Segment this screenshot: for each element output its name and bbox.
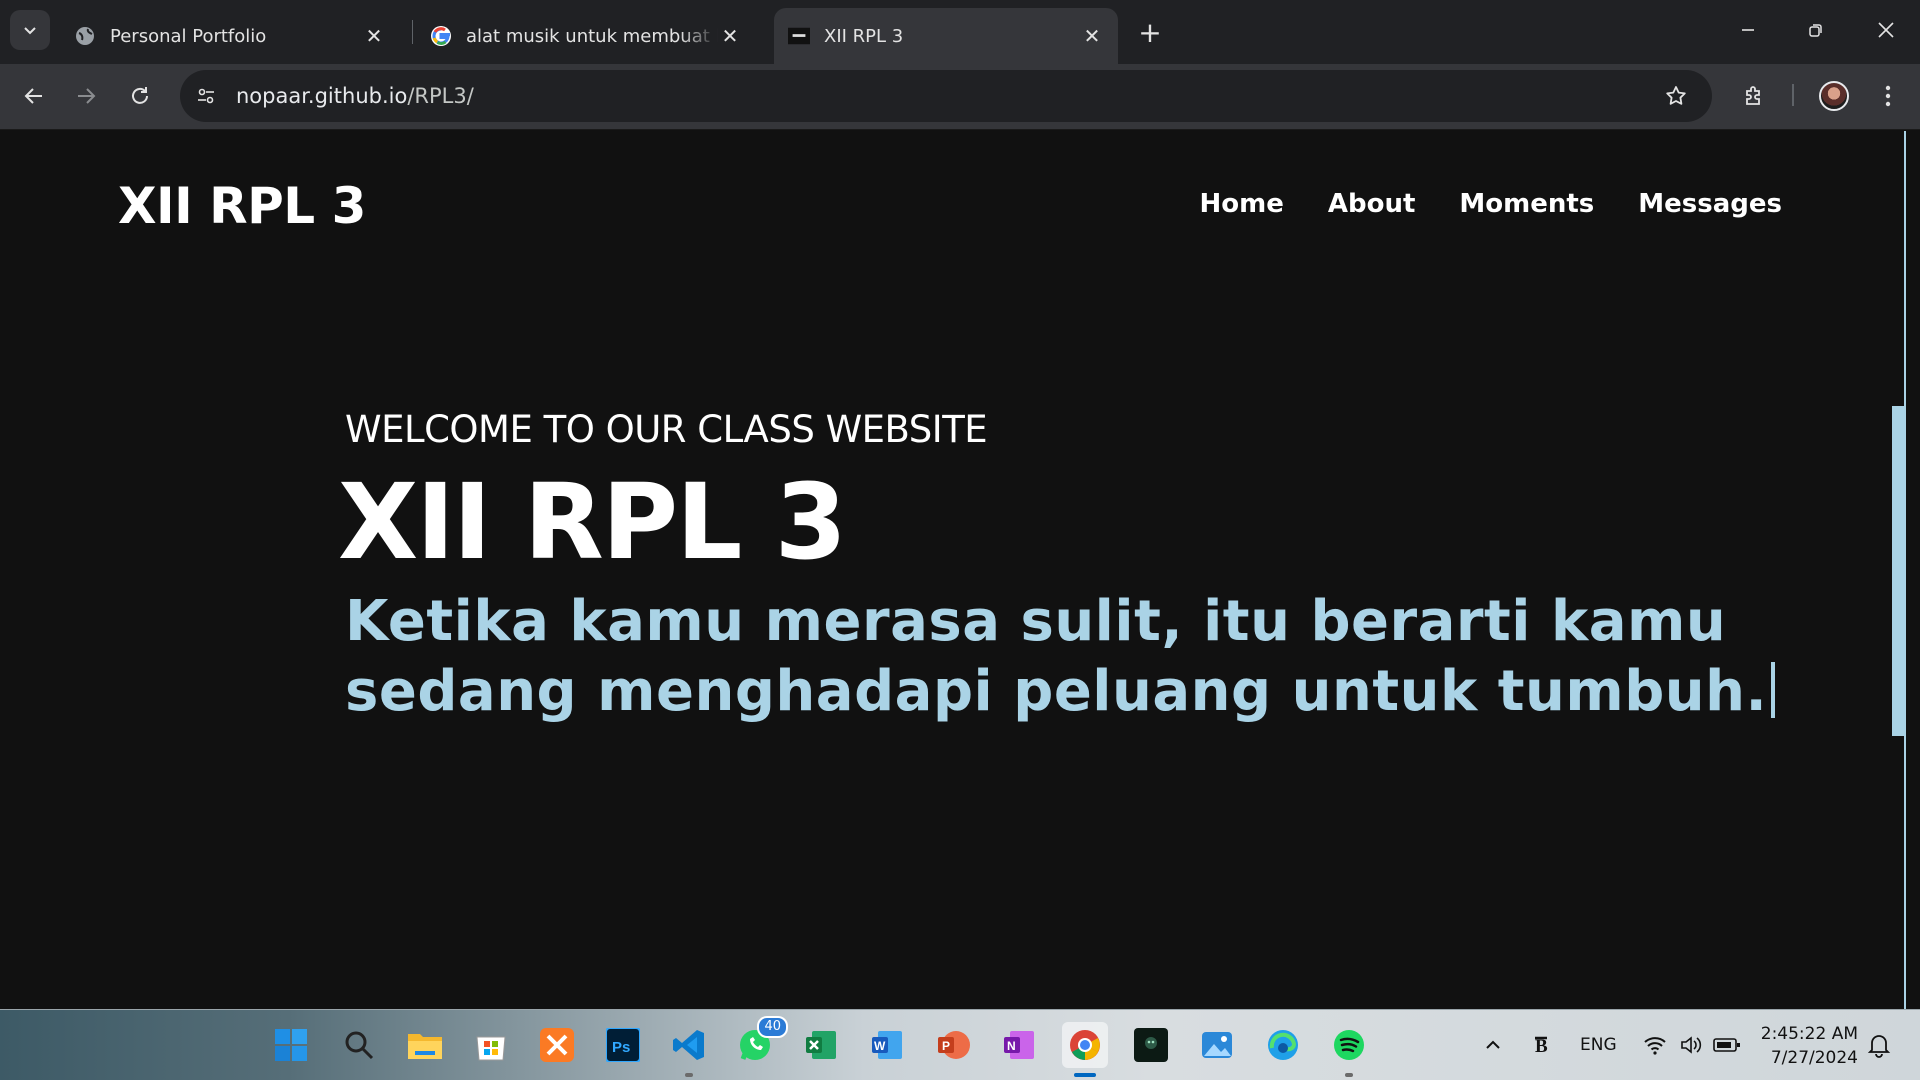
page-viewport: XII RPL 3 Home About Moments Messages WE… xyxy=(0,131,1906,1009)
avatar xyxy=(1819,81,1849,111)
tab-title: alat musik untuk membuat band xyxy=(466,25,718,47)
url-path: /RPL3/ xyxy=(407,84,474,108)
spotify-icon[interactable] xyxy=(1326,1022,1372,1077)
browser-menu-button[interactable] xyxy=(1868,76,1908,116)
scrollbar-thumb[interactable] xyxy=(1892,406,1906,736)
svg-text:W: W xyxy=(874,1039,886,1053)
close-tab-icon[interactable]: ✕ xyxy=(362,24,386,48)
back-button[interactable] xyxy=(14,76,54,116)
active-indicator xyxy=(1074,1073,1096,1077)
tab-xii-rpl-3[interactable]: XII RPL 3 ✕ xyxy=(774,8,1118,64)
vscode-icon[interactable] xyxy=(666,1022,712,1077)
address-bar[interactable]: nopaar.github.io/RPL3/ xyxy=(180,70,1712,122)
clock-time: 2:45:22 AM xyxy=(1760,1024,1858,1044)
svg-text:Ps: Ps xyxy=(612,1039,630,1056)
search-icon[interactable] xyxy=(336,1022,382,1068)
globe-icon xyxy=(74,25,96,47)
arrow-right-icon xyxy=(78,88,96,104)
hero-quote: Ketika kamu merasa sulit, itu berarti ka… xyxy=(345,587,1785,727)
taskbar: Ps 40 W P N B ENG 2:45:22 AM 7/27/2024 xyxy=(0,1009,1920,1080)
close-icon xyxy=(1878,22,1894,38)
edge-icon[interactable] xyxy=(1260,1022,1306,1068)
minimize-icon xyxy=(1742,29,1754,31)
chrome-icon[interactable] xyxy=(1062,1022,1108,1077)
bell-icon xyxy=(1867,1035,1891,1058)
powerpoint-icon[interactable]: P xyxy=(930,1022,976,1068)
typing-caret xyxy=(1771,662,1776,718)
running-indicator xyxy=(685,1073,693,1077)
scrollbar-track[interactable] xyxy=(1906,131,1920,1009)
running-indicator xyxy=(1345,1073,1353,1077)
site-nav: Home About Moments Messages xyxy=(1199,189,1782,219)
star-icon xyxy=(1666,86,1686,105)
chevron-down-icon xyxy=(24,27,36,35)
extensions-button[interactable] xyxy=(1734,76,1774,116)
close-tab-icon[interactable]: ✕ xyxy=(718,24,742,48)
restore-icon xyxy=(1809,24,1822,37)
svg-text:N: N xyxy=(1007,1039,1016,1053)
url-text: nopaar.github.io/RPL3/ xyxy=(236,84,474,108)
photoshop-icon[interactable]: Ps xyxy=(600,1022,646,1068)
terminal-app-icon[interactable] xyxy=(1128,1022,1174,1068)
tab-strip: Personal Portfolio ✕ alat musik untuk me… xyxy=(0,0,1920,64)
nav-home[interactable]: Home xyxy=(1199,189,1283,219)
hero-title: XII RPL 3 xyxy=(338,461,847,583)
site-info-button[interactable] xyxy=(186,76,226,116)
more-vertical-icon xyxy=(1885,85,1891,107)
system-clock[interactable]: 2:45:22 AM 7/27/2024 xyxy=(1761,1022,1858,1070)
hero-subtitle: WELCOME TO OUR CLASS WEBSITE xyxy=(345,408,988,451)
notification-badge: 40 xyxy=(757,1016,788,1038)
close-tab-icon[interactable]: ✕ xyxy=(1080,24,1104,48)
onenote-icon[interactable]: N xyxy=(996,1022,1042,1068)
tab-personal-portfolio[interactable]: Personal Portfolio ✕ xyxy=(60,8,400,64)
profile-button[interactable] xyxy=(1814,76,1854,116)
minimize-button[interactable] xyxy=(1714,0,1782,60)
site-thumbnail-icon xyxy=(788,25,810,47)
nav-messages[interactable]: Messages xyxy=(1638,189,1782,219)
tab-title: Personal Portfolio xyxy=(110,25,267,47)
word-icon[interactable]: W xyxy=(864,1022,910,1068)
url-host: nopaar.github.io xyxy=(236,84,408,108)
notification-center-button[interactable] xyxy=(1856,1022,1902,1068)
tab-search-button[interactable] xyxy=(10,10,50,50)
tune-icon xyxy=(198,88,214,104)
hero-quote-text: Ketika kamu merasa sulit, itu berarti ka… xyxy=(345,589,1768,724)
tab-google-search[interactable]: alat musik untuk membuat band ✕ xyxy=(416,8,756,64)
puzzle-icon xyxy=(1746,86,1760,105)
google-icon xyxy=(430,25,452,47)
battery-icon[interactable] xyxy=(1704,1022,1750,1068)
excel-icon[interactable] xyxy=(798,1022,844,1068)
site-logo[interactable]: XII RPL 3 xyxy=(118,177,366,235)
tab-separator xyxy=(412,20,413,44)
browser-toolbar: nopaar.github.io/RPL3/ xyxy=(0,64,1920,130)
nav-about[interactable]: About xyxy=(1328,189,1416,219)
nav-moments[interactable]: Moments xyxy=(1459,189,1594,219)
file-explorer-icon[interactable] xyxy=(402,1022,448,1068)
windows-start-icon[interactable] xyxy=(268,1022,314,1068)
restore-button[interactable] xyxy=(1782,0,1850,60)
close-window-button[interactable] xyxy=(1852,0,1920,60)
reload-button[interactable] xyxy=(120,76,160,116)
chevron-up-icon xyxy=(1486,1040,1500,1049)
svg-text:P: P xyxy=(942,1039,950,1053)
arrow-left-icon xyxy=(24,88,42,104)
tray-app-icon[interactable]: B xyxy=(1522,1022,1568,1068)
clock-date: 7/27/2024 xyxy=(1770,1048,1858,1068)
reload-icon xyxy=(132,87,148,104)
tab-title: XII RPL 3 xyxy=(824,25,904,47)
xampp-icon[interactable] xyxy=(534,1022,580,1068)
forward-button[interactable] xyxy=(66,76,106,116)
photos-icon[interactable] xyxy=(1194,1022,1240,1068)
new-tab-button[interactable]: + xyxy=(1132,14,1168,50)
whatsapp-icon[interactable]: 40 xyxy=(732,1016,788,1068)
language-indicator[interactable]: ENG xyxy=(1580,1035,1617,1055)
microsoft-store-icon[interactable] xyxy=(468,1022,514,1068)
toolbar-divider xyxy=(1792,84,1794,106)
show-hidden-icons-button[interactable] xyxy=(1470,1022,1516,1068)
bookmark-button[interactable] xyxy=(1658,78,1694,114)
